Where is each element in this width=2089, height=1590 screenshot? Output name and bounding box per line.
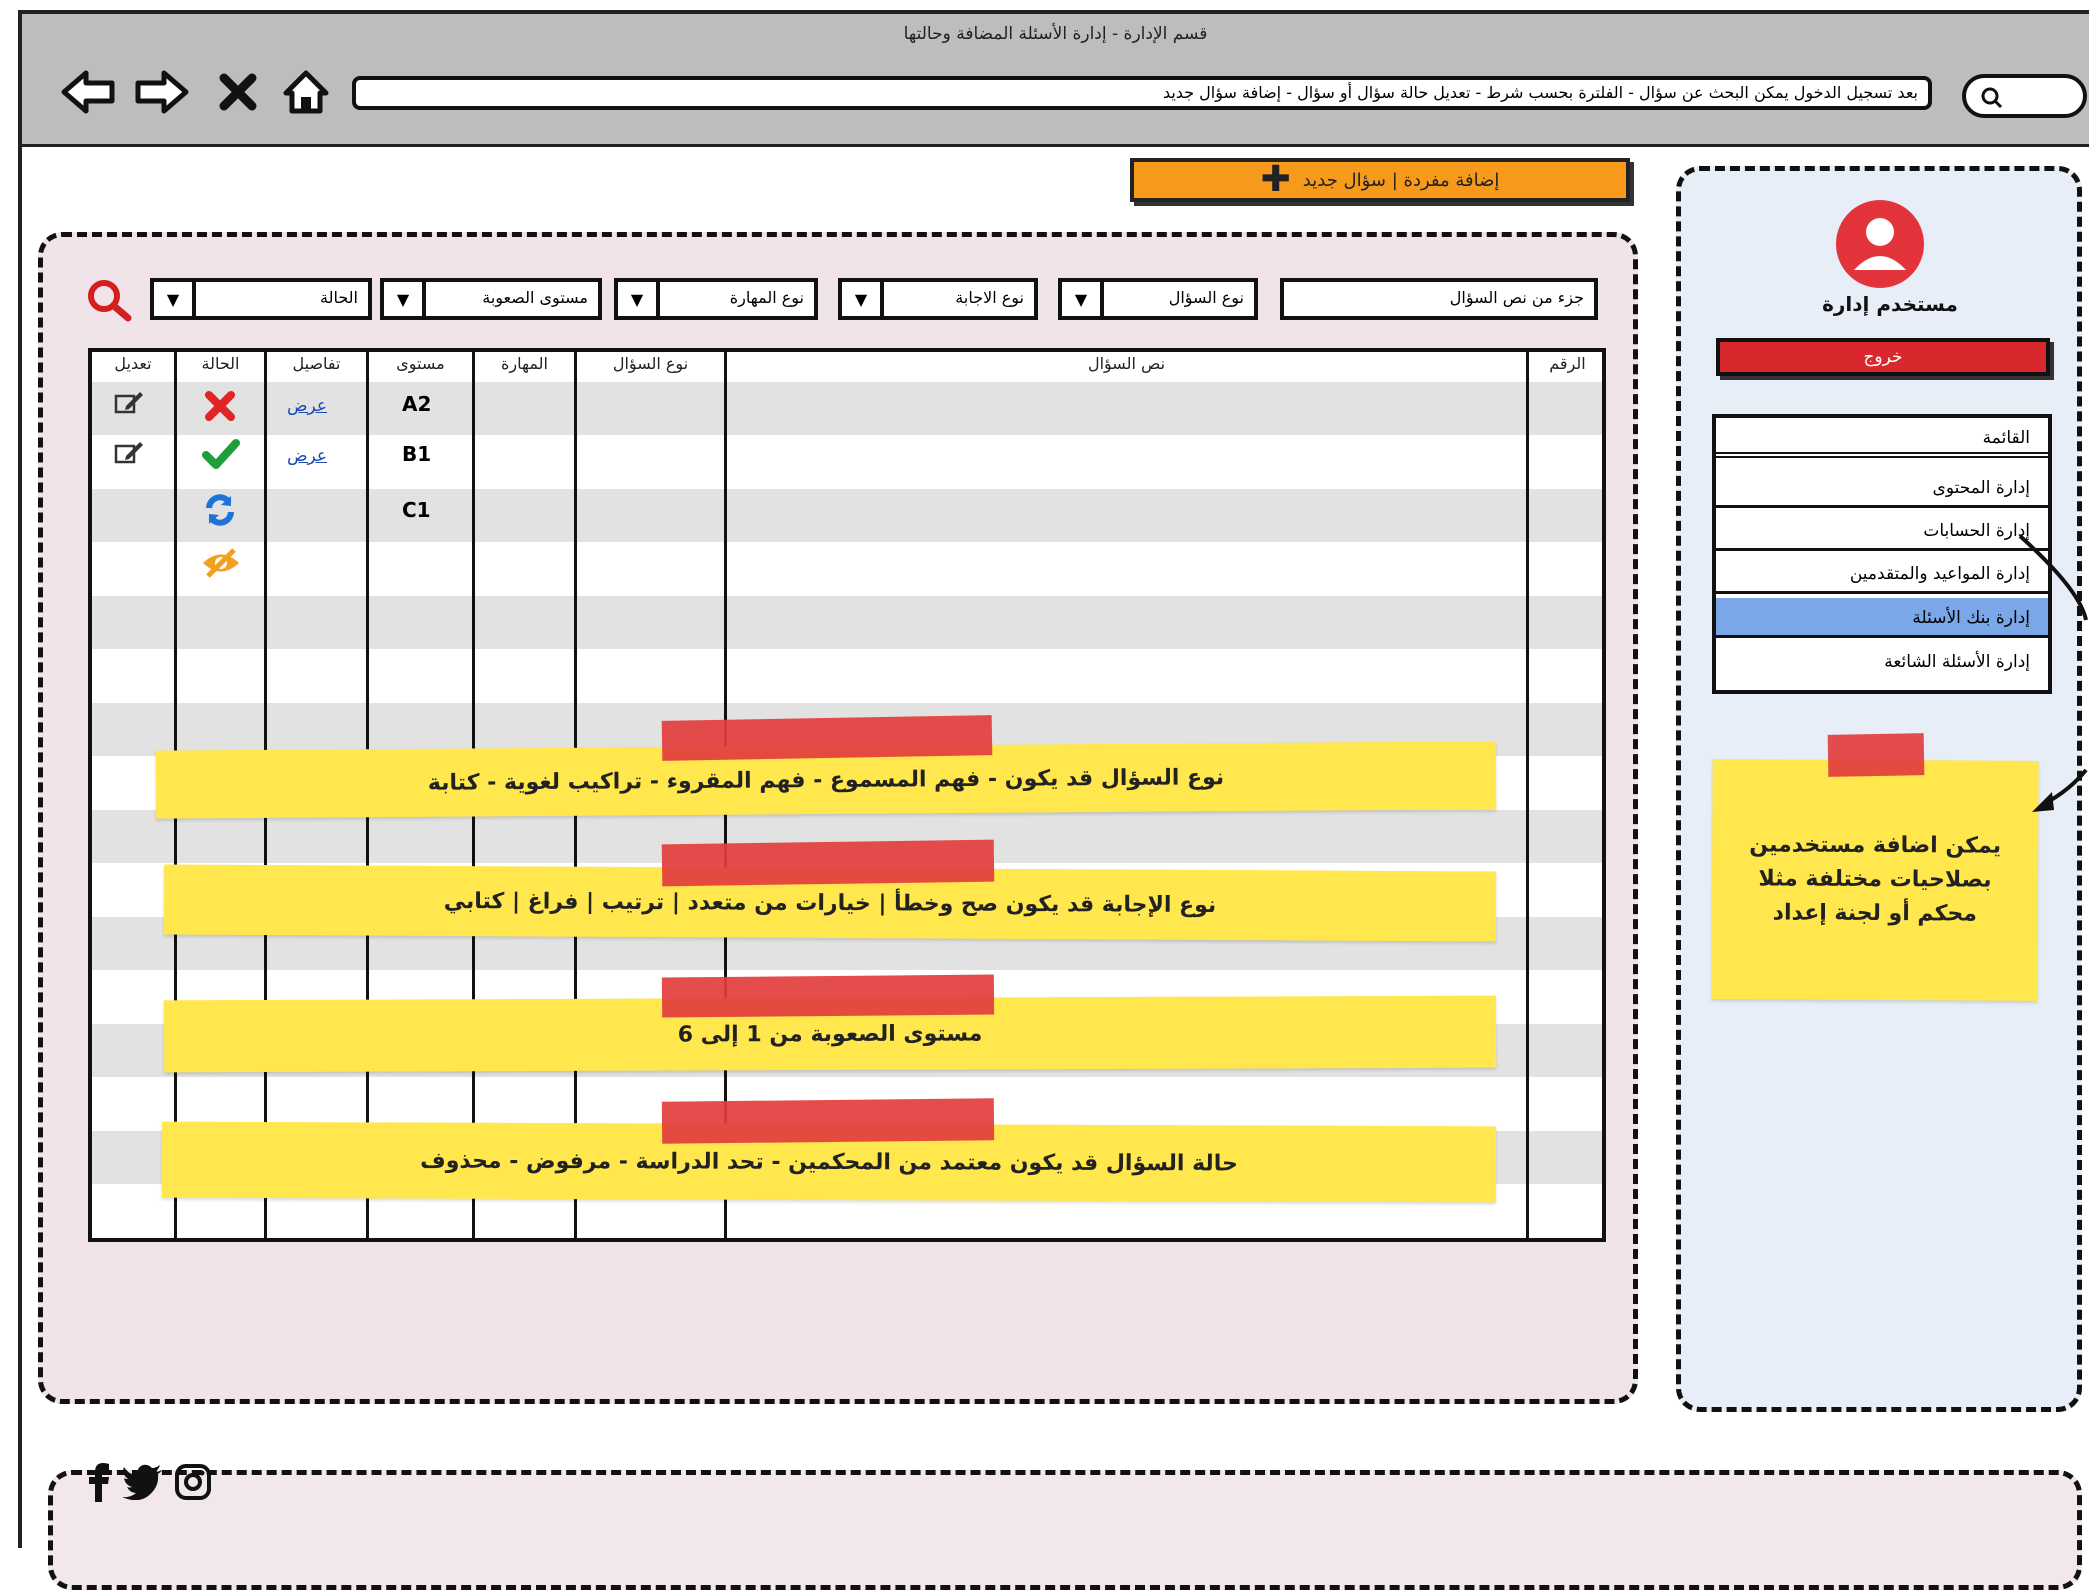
status-select[interactable]: الحالة ▼ [150, 278, 372, 320]
page-footer [48, 1470, 2082, 1590]
tape-decoration [661, 1098, 995, 1144]
level-cell: B1 [402, 442, 432, 466]
arrow-right-icon[interactable] [132, 62, 192, 122]
logout-button[interactable]: خروج [1716, 338, 2050, 376]
details-link-label: عرض [287, 446, 328, 466]
skill-type-select-label: نوع المهارة [729, 288, 804, 307]
close-icon[interactable] [208, 62, 268, 122]
admin-menu: القائمة إدارة المحتوى إدارة الحسابات إدا… [1712, 414, 2052, 694]
menu-item-faq[interactable]: إدارة الأسئلة الشائعة [1716, 642, 2048, 682]
header-question-text: نص السؤال [1087, 354, 1166, 373]
tape-decoration [661, 839, 995, 887]
note-difficulty-text: مستوى الصعوبة من 1 إلى 6 [677, 1020, 983, 1048]
chevron-down-icon: ▼ [1062, 282, 1104, 316]
level-cell: C1 [402, 498, 431, 522]
question-text-search-input[interactable]: جزء من نص السؤال [1280, 278, 1598, 320]
sidebar-sticky-note: يمكن اضافة مستخدمين بصلاحيات مختلفة مثلا… [1711, 759, 2039, 1001]
question-type-select[interactable]: نوع السؤال ▼ [1058, 278, 1258, 320]
header-question-type: نوع السؤال [612, 354, 689, 373]
note-question-type-text: نوع السؤال قد يكون - فهم المسموع - فهم ا… [427, 764, 1225, 796]
chevron-down-icon: ▼ [618, 282, 660, 316]
tape-decoration [661, 974, 995, 1018]
edit-icon[interactable] [114, 440, 144, 471]
header-status: الحالة [201, 354, 240, 373]
chevron-down-icon: ▼ [842, 282, 884, 316]
add-question-button[interactable]: إضافة مفردة | سؤال جديد ✚ [1130, 158, 1630, 202]
tape-decoration [661, 715, 993, 761]
difficulty-select-label: مستوى الصعوبة [482, 288, 588, 307]
add-question-label: إضافة مفردة | سؤال جديد [1302, 169, 1500, 191]
table-row-band [92, 489, 1602, 542]
title-bar: قسم الإدارة - إدارة الأسئلة المضافة وحال… [22, 14, 2089, 147]
user-avatar-icon [1828, 198, 1932, 294]
social-links [86, 1462, 212, 1506]
approved-check-icon[interactable] [202, 438, 240, 475]
answer-type-select-label: نوع الاجابة [955, 288, 1024, 307]
rejected-x-icon[interactable] [204, 390, 236, 427]
details-link-label: عرض [287, 396, 328, 416]
details-link[interactable]: عرض [287, 442, 327, 466]
arrow-left-icon[interactable] [58, 62, 118, 122]
admin-username: مستخدم إدارة [1822, 292, 1958, 316]
sidebar-sticky-note-text: يمكن اضافة مستخدمين بصلاحيات مختلفة مثلا… [1749, 832, 2002, 927]
facebook-icon[interactable] [86, 1462, 112, 1506]
table-row-band [92, 596, 1602, 649]
header-skill: المهارة [501, 354, 548, 373]
header-details: تفاصيل [292, 354, 341, 373]
skill-type-select[interactable]: نوع المهارة ▼ [614, 278, 818, 320]
menu-item-appointments[interactable]: إدارة المواعيد والمتقدمين [1716, 554, 2048, 594]
note-status-text: حالة السؤال قد يكون معتمد من المحكمين - … [420, 1148, 1238, 1176]
header-level: مستوى [396, 354, 445, 373]
column-divider [1526, 352, 1529, 1238]
address-text: بعد تسجيل الدخول يمكن البحث عن سؤال - ال… [1162, 83, 1918, 102]
plus-icon: ✚ [1260, 159, 1291, 200]
question-type-select-label: نوع السؤال [1168, 288, 1244, 307]
menu-header: القائمة [1716, 418, 2048, 458]
address-bar[interactable]: بعد تسجيل الدخول يمكن البحث عن سؤال - ال… [352, 76, 1932, 110]
details-link[interactable]: عرض [287, 392, 327, 416]
question-text-search-placeholder: جزء من نص السؤال [1449, 288, 1584, 307]
menu-item-question-bank[interactable]: إدارة بنك الأسئلة [1716, 598, 2048, 638]
tape-decoration [1827, 733, 1925, 777]
menu-item-accounts[interactable]: إدارة الحسابات [1716, 511, 2048, 551]
header-number: الرقم [1549, 354, 1586, 373]
search-icon[interactable] [84, 278, 138, 328]
home-icon[interactable] [276, 62, 336, 122]
twitter-icon[interactable] [122, 1464, 164, 1504]
menu-item-content[interactable]: إدارة المحتوى [1716, 468, 2048, 508]
search-icon [1981, 87, 2003, 109]
level-cell: A2 [402, 392, 432, 416]
chevron-down-icon: ▼ [154, 282, 196, 316]
annotation-arrow [2018, 534, 2088, 812]
header-edit: تعديل [114, 354, 152, 373]
hidden-eye-icon[interactable] [200, 548, 242, 583]
chevron-down-icon: ▼ [384, 282, 426, 316]
difficulty-select[interactable]: مستوى الصعوبة ▼ [380, 278, 602, 320]
edit-icon[interactable] [114, 390, 144, 421]
instagram-icon[interactable] [174, 1463, 212, 1505]
note-answer-type-text: نوع الإجابة قد يكون صح وخطأ | خيارات من … [443, 888, 1217, 918]
refresh-icon[interactable] [202, 492, 238, 533]
answer-type-select[interactable]: نوع الاجابة ▼ [838, 278, 1038, 320]
status-select-label: الحالة [320, 288, 358, 307]
browser-search-box[interactable] [1962, 74, 2087, 118]
window-title: قسم الإدارة - إدارة الأسئلة المضافة وحال… [903, 24, 1208, 44]
